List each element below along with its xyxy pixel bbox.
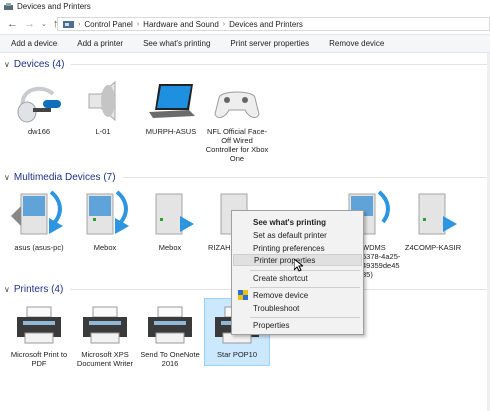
devices-printers-icon [4, 2, 13, 10]
breadcrumb-control-panel[interactable]: Control Panel [84, 20, 132, 29]
device-name: MURPH-ASUS [145, 127, 197, 136]
remove-device-button[interactable]: Remove device [329, 39, 384, 48]
mouse-cursor-icon [294, 259, 303, 272]
group-header-devices[interactable]: ∨ Devices (4) [0, 58, 490, 70]
breadcrumb-hardware-sound[interactable]: Hardware and Sound [143, 20, 219, 29]
group-divider [71, 63, 490, 65]
breadcrumb-separator-icon[interactable]: › [223, 21, 225, 28]
media-server-icon [11, 190, 63, 235]
back-arrow-icon[interactable]: ← [7, 18, 18, 30]
printer-tile[interactable]: Send To OneNote 2016 [137, 303, 203, 368]
breadcrumb[interactable]: › Control Panel › Hardware and Sound › D… [57, 17, 490, 31]
device-tile[interactable]: L-01 [70, 78, 136, 136]
group-label: Multimedia Devices (7) [13, 171, 116, 183]
menu-label: Remove device [253, 290, 309, 300]
menu-remove-device[interactable]: Remove device [233, 289, 362, 301]
group-label: Printers (4) [13, 283, 64, 295]
media-device-icon [418, 193, 457, 235]
menu-separator [250, 270, 360, 271]
menu-see-whats-printing[interactable]: See what's printing [233, 216, 362, 228]
media-server-icon [86, 190, 129, 235]
menu-troubleshoot[interactable]: Troubleshoot [233, 302, 362, 314]
group-header-multimedia[interactable]: ∨ Multimedia Devices (7) [0, 171, 490, 183]
group-label: Devices (4) [13, 58, 65, 70]
control-panel-icon [63, 20, 74, 28]
add-device-button[interactable]: Add a device [11, 39, 57, 48]
print-server-properties-button[interactable]: Print server properties [230, 39, 309, 48]
uac-shield-icon [238, 290, 248, 300]
see-whats-printing-button[interactable]: See what's printing [143, 39, 210, 48]
group-divider [122, 176, 490, 178]
printer-tile[interactable]: Microsoft XPS Document Writer [72, 303, 138, 368]
printer-name: Microsoft XPS Document Writer [76, 350, 134, 368]
printer-icon [83, 306, 127, 344]
window-title: Devices and Printers [17, 2, 91, 11]
headset-icon [17, 86, 61, 123]
multimedia-tile[interactable]: Mebox [72, 188, 138, 252]
gamepad-icon [214, 91, 260, 118]
device-name: L-01 [95, 127, 111, 136]
recent-locations-chevron-icon[interactable]: ⌄ [41, 20, 47, 28]
breadcrumb-devices-printers[interactable]: Devices and Printers [229, 20, 303, 29]
collapse-chevron-icon[interactable]: ∨ [4, 173, 10, 182]
multimedia-tile[interactable]: asus (asus-pc) [6, 188, 72, 252]
address-bar: ← → ⌄ ↑ › Control Panel › Hardware and S… [0, 14, 490, 34]
menu-properties[interactable]: Properties [233, 319, 362, 331]
add-printer-button[interactable]: Add a printer [77, 39, 123, 48]
speaker-icon [88, 80, 116, 122]
device-tile[interactable]: MURPH-ASUS [138, 78, 204, 136]
menu-create-shortcut[interactable]: Create shortcut [233, 272, 362, 284]
media-device-icon [155, 193, 194, 235]
device-name: Mebox [158, 243, 182, 252]
printer-icon [148, 306, 192, 344]
collapse-chevron-icon[interactable]: ∨ [4, 60, 10, 69]
printer-icon [17, 306, 61, 344]
breadcrumb-separator-icon[interactable]: › [78, 21, 80, 28]
device-tile[interactable]: dw166 [6, 78, 72, 136]
laptop-icon [149, 84, 195, 118]
menu-printing-preferences[interactable]: Printing preferences [233, 242, 362, 254]
menu-set-default-printer[interactable]: Set as default printer [233, 229, 362, 241]
command-bar: Add a device Add a printer See what's pr… [0, 34, 490, 53]
device-name: NFL Official Face-Off Wired Controller f… [205, 127, 269, 163]
multimedia-tile[interactable]: Mebox [137, 188, 203, 252]
device-name: Mebox [93, 243, 117, 252]
menu-separator [250, 317, 360, 318]
breadcrumb-separator-icon[interactable]: › [137, 21, 139, 28]
title-bar: Devices and Printers [0, 0, 490, 13]
printer-name: Send To OneNote 2016 [140, 350, 200, 368]
forward-arrow-icon[interactable]: → [24, 18, 35, 30]
multimedia-tile[interactable]: Z4COMP-KASIR [400, 188, 466, 252]
device-tile[interactable]: NFL Official Face-Off Wired Controller f… [204, 78, 270, 163]
menu-separator [250, 287, 360, 288]
device-name: dw166 [27, 127, 51, 136]
device-name: Z4COMP-KASIR [404, 243, 462, 252]
context-menu: See what's printing Set as default print… [231, 210, 364, 335]
device-name: asus (asus-pc) [14, 243, 64, 252]
printer-name: Star POP10 [216, 350, 258, 359]
printer-name: Microsoft Print to PDF [10, 350, 68, 368]
printer-tile[interactable]: Microsoft Print to PDF [6, 303, 72, 368]
collapse-chevron-icon[interactable]: ∨ [4, 285, 10, 294]
